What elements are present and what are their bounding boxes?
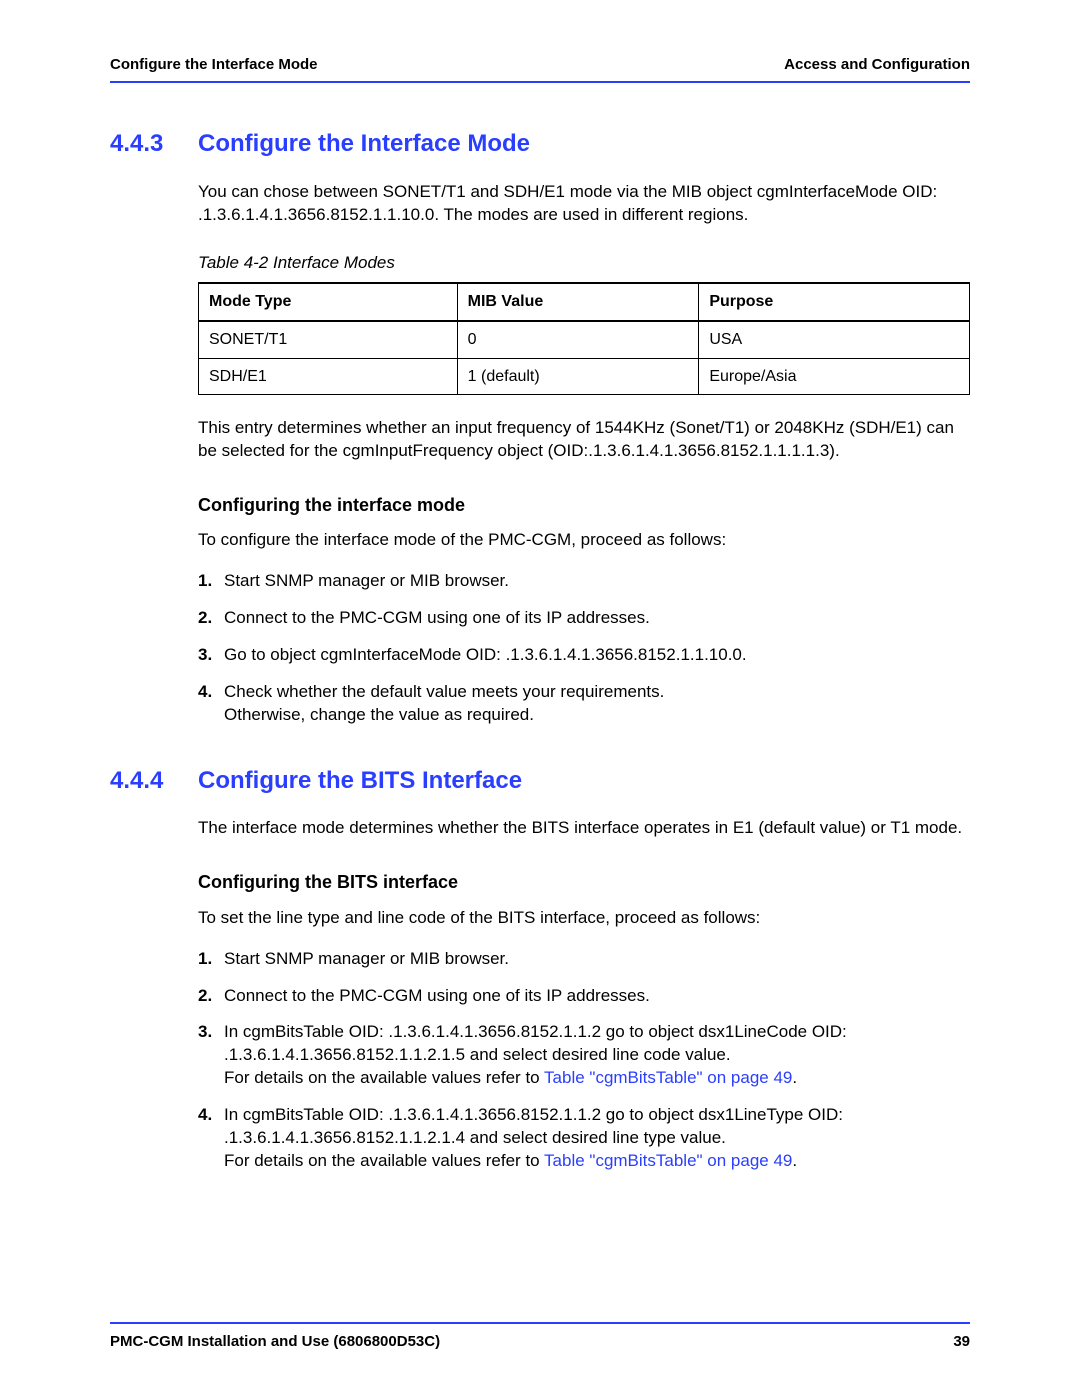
step: In cgmBitsTable OID: .1.3.6.1.4.1.3656.8… bbox=[198, 1021, 970, 1090]
step: Start SNMP manager or MIB browser. bbox=[198, 948, 970, 971]
footer-page-number: 39 bbox=[953, 1332, 970, 1352]
section-heading-443: 4.4.3 Configure the Interface Mode bbox=[110, 128, 970, 160]
footer-left: PMC-CGM Installation and Use (6806800D53… bbox=[110, 1332, 440, 1352]
td: 0 bbox=[457, 321, 699, 358]
intro-paragraph: The interface mode determines whether th… bbox=[198, 817, 970, 840]
header-left: Configure the Interface Mode bbox=[110, 55, 318, 75]
step-post: . bbox=[792, 1151, 797, 1170]
step-text: Start SNMP manager or MIB browser. bbox=[224, 571, 509, 590]
step-text: Connect to the PMC-CGM using one of its … bbox=[224, 608, 650, 627]
step-text: Connect to the PMC-CGM using one of its … bbox=[224, 986, 650, 1005]
section-heading-444: 4.4.4 Configure the BITS Interface bbox=[110, 765, 970, 797]
td: 1 (default) bbox=[457, 358, 699, 395]
step-text: Start SNMP manager or MIB browser. bbox=[224, 949, 509, 968]
section-number: 4.4.4 bbox=[110, 765, 198, 797]
td: USA bbox=[699, 321, 970, 358]
steps-list-443: Start SNMP manager or MIB browser. Conne… bbox=[198, 570, 970, 727]
section-title: Configure the Interface Mode bbox=[198, 128, 530, 160]
after-table-paragraph: This entry determines whether an input f… bbox=[198, 417, 970, 463]
interface-modes-table: Mode Type MIB Value Purpose SONET/T1 0 U… bbox=[198, 282, 970, 395]
td: Europe/Asia bbox=[699, 358, 970, 395]
intro-paragraph: You can chose between SONET/T1 and SDH/E… bbox=[198, 181, 970, 227]
step-post: . bbox=[792, 1068, 797, 1087]
header-right: Access and Configuration bbox=[784, 55, 970, 75]
table-header-row: Mode Type MIB Value Purpose bbox=[199, 283, 970, 321]
step: Start SNMP manager or MIB browser. bbox=[198, 570, 970, 593]
section-title: Configure the BITS Interface bbox=[198, 765, 522, 797]
sub-intro: To configure the interface mode of the P… bbox=[198, 529, 970, 552]
table-row: SONET/T1 0 USA bbox=[199, 321, 970, 358]
td: SDH/E1 bbox=[199, 358, 458, 395]
th-purpose: Purpose bbox=[699, 283, 970, 321]
step-text: Check whether the default value meets yo… bbox=[224, 682, 664, 724]
page-header: Configure the Interface Mode Access and … bbox=[110, 55, 970, 83]
section-444-body: The interface mode determines whether th… bbox=[198, 817, 970, 1173]
th-mib-value: MIB Value bbox=[457, 283, 699, 321]
page: Configure the Interface Mode Access and … bbox=[0, 0, 1080, 1397]
step: Go to object cgmInterfaceMode OID: .1.3.… bbox=[198, 644, 970, 667]
th-mode-type: Mode Type bbox=[199, 283, 458, 321]
table-caption: Table 4-2 Interface Modes bbox=[198, 252, 970, 275]
xref-link[interactable]: Table "cgmBitsTable" on page 49 bbox=[544, 1151, 792, 1170]
subheading: Configuring the BITS interface bbox=[198, 870, 970, 894]
td: SONET/T1 bbox=[199, 321, 458, 358]
step: Connect to the PMC-CGM using one of its … bbox=[198, 607, 970, 630]
page-footer: PMC-CGM Installation and Use (6806800D53… bbox=[110, 1322, 970, 1352]
table-row: SDH/E1 1 (default) Europe/Asia bbox=[199, 358, 970, 395]
step: Check whether the default value meets yo… bbox=[198, 681, 970, 727]
steps-list-444: Start SNMP manager or MIB browser. Conne… bbox=[198, 948, 970, 1174]
step: Connect to the PMC-CGM using one of its … bbox=[198, 985, 970, 1008]
xref-link[interactable]: Table "cgmBitsTable" on page 49 bbox=[544, 1068, 792, 1087]
step-text: Go to object cgmInterfaceMode OID: .1.3.… bbox=[224, 645, 747, 664]
step: In cgmBitsTable OID: .1.3.6.1.4.1.3656.8… bbox=[198, 1104, 970, 1173]
sub-intro: To set the line type and line code of th… bbox=[198, 907, 970, 930]
subheading: Configuring the interface mode bbox=[198, 493, 970, 517]
section-number: 4.4.3 bbox=[110, 128, 198, 160]
section-443-body: You can chose between SONET/T1 and SDH/E… bbox=[198, 181, 970, 727]
